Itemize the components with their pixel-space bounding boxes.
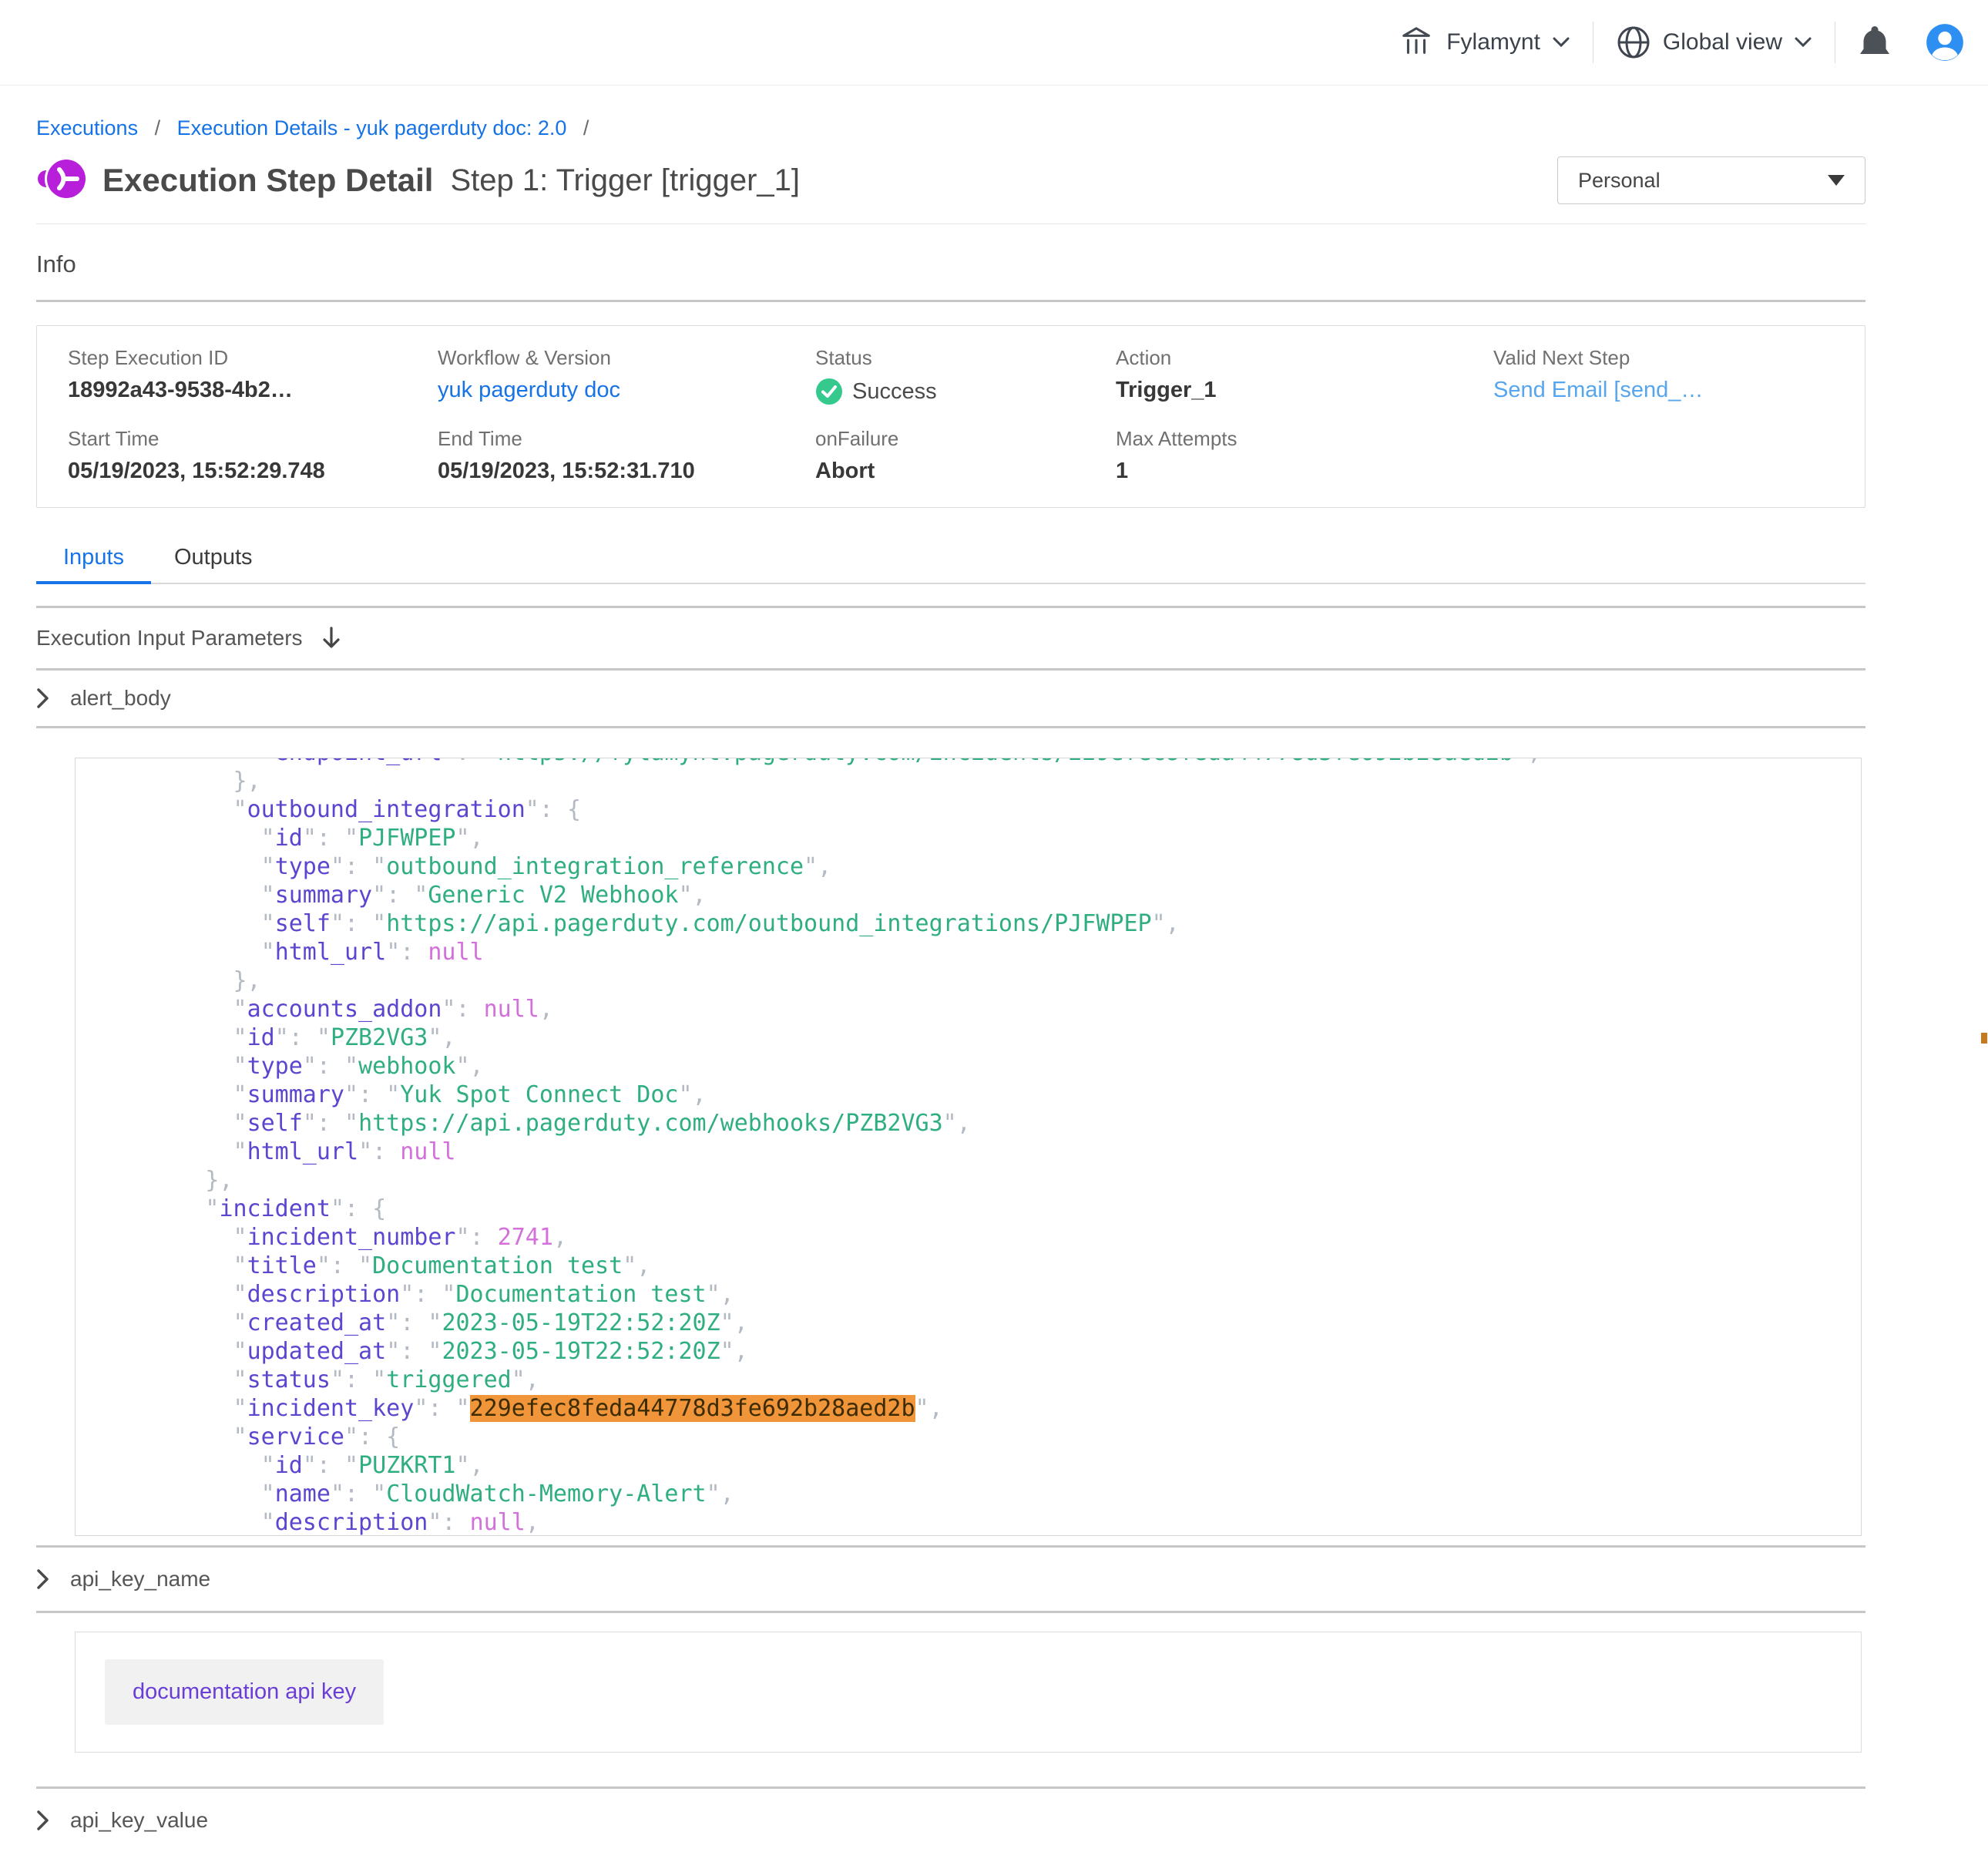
api-key-name-value-box: documentation api key bbox=[75, 1632, 1862, 1753]
field-label: Step Execution ID bbox=[68, 346, 422, 370]
divider bbox=[36, 300, 1865, 302]
tab-bar: Inputs Outputs bbox=[36, 536, 1865, 584]
param-row-api-key-value[interactable]: api_key_value bbox=[36, 1789, 1865, 1852]
field-label: Max Attempts bbox=[1116, 427, 1478, 451]
chevron-down-icon bbox=[1795, 37, 1812, 48]
param-row-api-key-name[interactable]: api_key_name bbox=[36, 1548, 1865, 1611]
tab-inputs[interactable]: Inputs bbox=[36, 536, 151, 583]
json-code: "endpoint_url": "https://fylamynt.pagerd… bbox=[122, 758, 1861, 1536]
field-value: 05/19/2023, 15:52:31.710 bbox=[438, 459, 800, 484]
breadcrumb-executions[interactable]: Executions bbox=[36, 116, 138, 139]
field-value: Abort bbox=[815, 459, 1100, 484]
field-label: onFailure bbox=[815, 427, 1100, 451]
scrollbar-search-marker[interactable] bbox=[1981, 1033, 1987, 1044]
breadcrumb-separator: / bbox=[583, 116, 589, 139]
breadcrumb-separator: / bbox=[155, 116, 161, 139]
field-end-time: End Time 05/19/2023, 15:52:31.710 bbox=[438, 427, 815, 484]
success-check-icon bbox=[815, 378, 843, 405]
field-action: Action Trigger_1 bbox=[1116, 346, 1493, 405]
divider bbox=[36, 1611, 1865, 1613]
bank-icon bbox=[1399, 25, 1434, 60]
json-viewer[interactable]: "endpoint_url": "https://fylamynt.pagerd… bbox=[75, 758, 1862, 1536]
scope-select[interactable]: Personal bbox=[1557, 156, 1865, 204]
workflow-logo-icon bbox=[36, 154, 86, 207]
org-switcher[interactable]: Fylamynt bbox=[1399, 25, 1570, 60]
user-avatar[interactable] bbox=[1925, 22, 1965, 62]
execution-input-parameters-header: Execution Input Parameters bbox=[36, 608, 1865, 668]
info-card: Step Execution ID 18992a43-9538-4b2… Wor… bbox=[36, 325, 1865, 508]
field-value: 18992a43-9538-4b2… bbox=[68, 378, 422, 403]
view-switcher[interactable]: Global view bbox=[1617, 25, 1812, 59]
field-value: 1 bbox=[1116, 459, 1478, 484]
param-name: alert_body bbox=[70, 686, 171, 711]
notification-bell-icon[interactable] bbox=[1859, 24, 1891, 61]
chevron-right-icon bbox=[36, 687, 50, 710]
param-name: api_key_name bbox=[70, 1567, 210, 1592]
field-value: 05/19/2023, 15:52:29.748 bbox=[68, 459, 422, 484]
param-row-alert-body[interactable]: alert_body bbox=[36, 671, 1865, 726]
field-label: Status bbox=[815, 346, 1100, 370]
scope-selected-value: Personal bbox=[1578, 169, 1661, 193]
arrow-down-icon[interactable] bbox=[321, 626, 341, 650]
next-step-link[interactable]: Send Email [send_… bbox=[1493, 378, 1818, 403]
status-badge: Success bbox=[852, 379, 937, 405]
page-subtitle: Step 1: Trigger [trigger_1] bbox=[450, 163, 800, 198]
breadcrumb: Executions / Execution Details - yuk pag… bbox=[36, 116, 1865, 140]
field-label: Valid Next Step bbox=[1493, 346, 1818, 370]
field-label: Workflow & Version bbox=[438, 346, 800, 370]
main-content: Executions / Execution Details - yuk pag… bbox=[36, 116, 1865, 1852]
view-name: Global view bbox=[1663, 29, 1782, 55]
field-value: Trigger_1 bbox=[1116, 378, 1478, 403]
title-row: Execution Step Detail Step 1: Trigger [t… bbox=[36, 156, 1865, 205]
field-label: Action bbox=[1116, 346, 1478, 370]
field-max-attempts: Max Attempts 1 bbox=[1116, 427, 1493, 484]
caret-down-icon bbox=[1828, 175, 1845, 186]
field-valid-next-step: Valid Next Step Send Email [send_… bbox=[1493, 346, 1834, 405]
chevron-down-icon bbox=[1553, 37, 1570, 48]
field-label: End Time bbox=[438, 427, 800, 451]
field-label: Start Time bbox=[68, 427, 422, 451]
field-step-execution-id: Step Execution ID 18992a43-9538-4b2… bbox=[68, 346, 438, 405]
globe-icon bbox=[1617, 25, 1651, 59]
breadcrumb-execution-details[interactable]: Execution Details - yuk pagerduty doc: 2… bbox=[177, 116, 567, 139]
page-title: Execution Step Detail bbox=[102, 162, 433, 199]
api-key-chip[interactable]: documentation api key bbox=[105, 1659, 384, 1725]
param-name: api_key_value bbox=[70, 1808, 208, 1833]
org-name: Fylamynt bbox=[1446, 29, 1540, 55]
tab-outputs[interactable]: Outputs bbox=[151, 536, 276, 583]
field-status: Status Success bbox=[815, 346, 1116, 405]
workflow-link[interactable]: yuk pagerduty doc bbox=[438, 378, 800, 403]
info-heading: Info bbox=[36, 250, 1865, 278]
field-workflow-version: Workflow & Version yuk pagerduty doc bbox=[438, 346, 815, 405]
chevron-right-icon bbox=[36, 1568, 50, 1591]
section-label: Execution Input Parameters bbox=[36, 626, 303, 650]
field-onfailure: onFailure Abort bbox=[815, 427, 1116, 484]
chevron-right-icon bbox=[36, 1809, 50, 1832]
field-start-time: Start Time 05/19/2023, 15:52:29.748 bbox=[68, 427, 438, 484]
top-bar: Fylamynt Global view bbox=[0, 0, 1988, 86]
divider bbox=[36, 726, 1865, 728]
